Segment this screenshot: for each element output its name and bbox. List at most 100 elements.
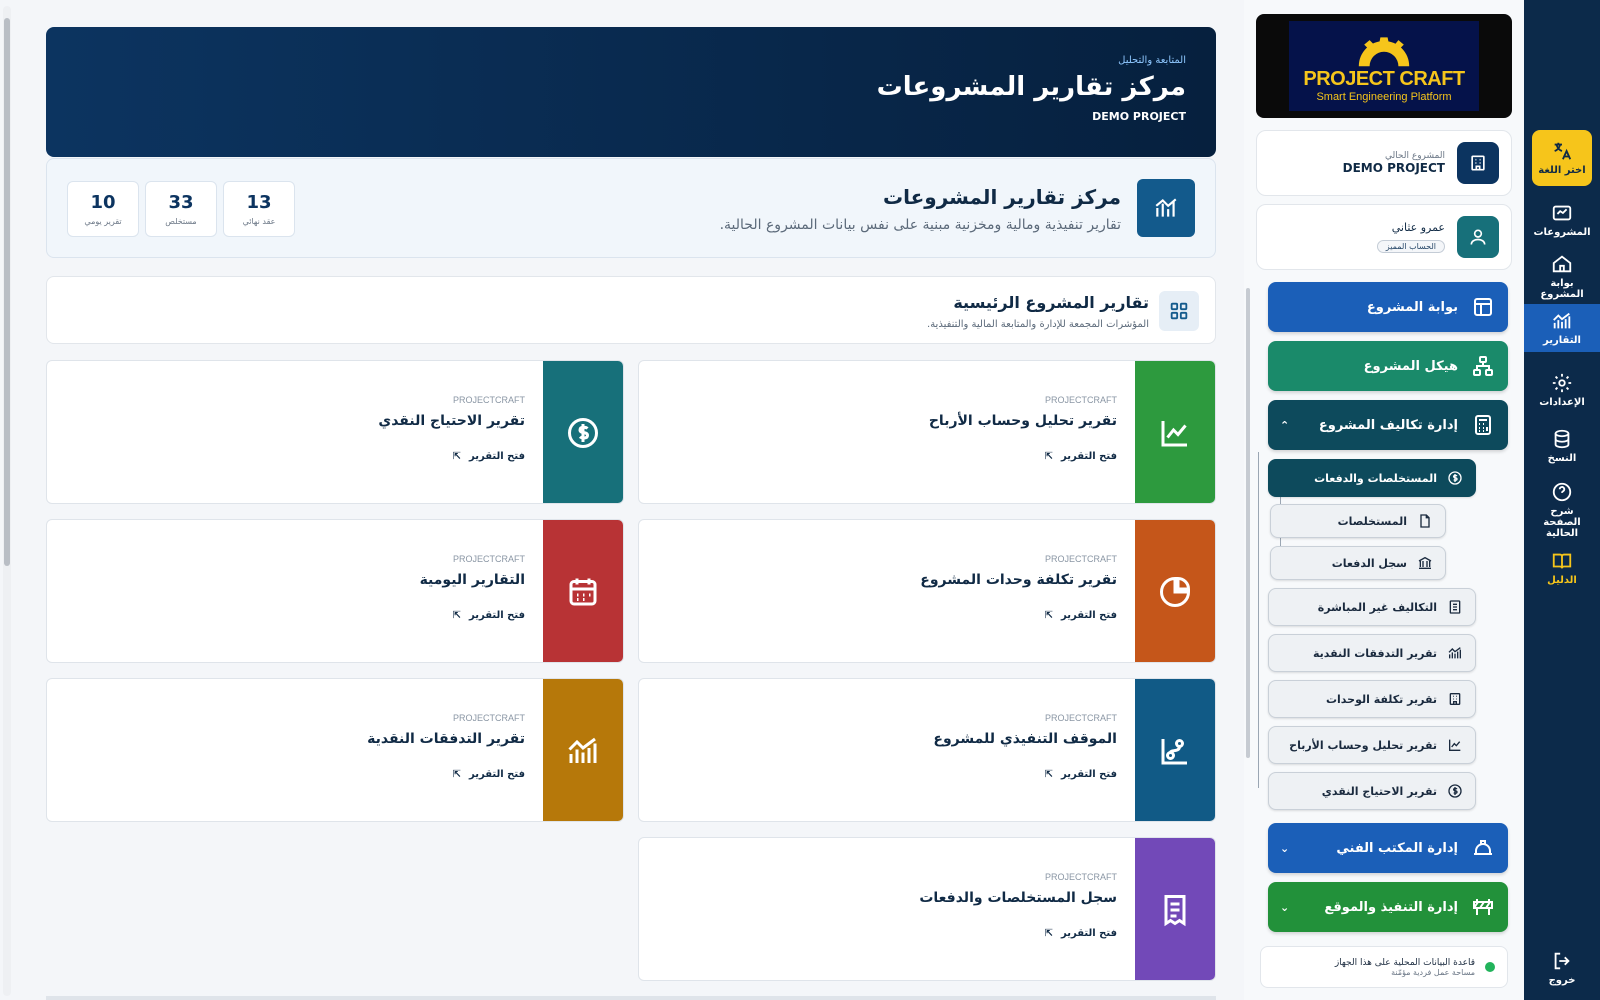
menu-project-portal[interactable]: بوابة المشروع bbox=[1268, 282, 1508, 332]
bottom-divider bbox=[46, 996, 1216, 1000]
card-brand: PROJECTCRAFT bbox=[1045, 554, 1117, 564]
report-card-daily[interactable]: PROJECTCRAFT التقارير اليومية فتح التقري… bbox=[46, 519, 624, 663]
card-brand: PROJECTCRAFT bbox=[453, 713, 525, 723]
submenu-payments-log[interactable]: سجل الدفعات bbox=[1270, 546, 1446, 580]
menu-label: بوابة المشروع bbox=[1366, 299, 1458, 315]
rail-guide[interactable]: الدليل bbox=[1532, 540, 1592, 596]
submenu-profit-analysis[interactable]: تقرير تحليل وحساب الأرباح bbox=[1268, 726, 1476, 764]
open-report-link[interactable]: فتح التقرير ⇱ bbox=[1045, 451, 1117, 462]
menu-project-structure[interactable]: هيكل المشروع bbox=[1268, 341, 1508, 391]
submenu-cash-flow[interactable]: تقرير التدفقات النقدية bbox=[1268, 634, 1476, 672]
menu-scrollbar[interactable] bbox=[1246, 288, 1250, 758]
rail-projects[interactable]: المشروعات bbox=[1532, 192, 1592, 248]
page-title: مركز تقارير المشروعات bbox=[876, 72, 1186, 102]
report-card-cash-flow[interactable]: PROJECTCRAFT تقرير التدفقات النقدية فتح … bbox=[46, 678, 624, 822]
user-name: عمرو عثاني bbox=[1391, 221, 1445, 234]
line-chart-icon bbox=[1135, 361, 1215, 503]
menu-execution-site[interactable]: إدارة التنفيذ والموقع ⌄ bbox=[1268, 882, 1508, 932]
bank-icon bbox=[1418, 556, 1432, 569]
arrow-icon: ⇱ bbox=[1044, 610, 1054, 621]
rail-label: اختر اللغة bbox=[1538, 165, 1586, 176]
card-title: تقرير الاحتياج النقدي bbox=[378, 413, 525, 429]
route-icon bbox=[1135, 679, 1215, 821]
chevron-down-icon: ⌄ bbox=[1280, 841, 1290, 855]
report-card-execution-status[interactable]: PROJECTCRAFT الموقف التنفيذي للمشروع فتح… bbox=[638, 678, 1216, 822]
open-report-link[interactable]: فتح التقرير ⇱ bbox=[453, 451, 525, 462]
report-card-profit[interactable]: PROJECTCRAFT تقرير تحليل وحساب الأرباح ف… bbox=[638, 360, 1216, 504]
rail-settings[interactable]: الإعدادات bbox=[1532, 362, 1592, 418]
current-project-name: DEMO PROJECT bbox=[1342, 161, 1445, 175]
calendar-icon bbox=[543, 520, 623, 662]
rail-logout[interactable]: خروج bbox=[1532, 940, 1592, 996]
submenu-label: التكاليف غير المباشرة bbox=[1317, 600, 1437, 614]
rail-reports[interactable]: التقارير bbox=[1524, 304, 1600, 352]
user-card[interactable]: عمرو عثاني الحساب المميز bbox=[1256, 204, 1512, 270]
card-brand: PROJECTCRAFT bbox=[1045, 872, 1117, 882]
stat-final-contracts: 13 عقد نهائي bbox=[223, 181, 295, 237]
open-report-link[interactable]: فتح التقرير ⇱ bbox=[453, 769, 525, 780]
stat-value: 10 bbox=[90, 192, 116, 213]
info-title: مركز تقارير المشروعات bbox=[883, 185, 1121, 209]
receipt-icon bbox=[1135, 838, 1215, 980]
card-title: تقرير تكلفة وحدات المشروع bbox=[920, 572, 1117, 588]
report-card-cash-need[interactable]: PROJECTCRAFT تقرير الاحتياج النقدي فتح ا… bbox=[46, 360, 624, 504]
submenu-label: سجل الدفعات bbox=[1331, 556, 1407, 570]
stat-daily-reports: 10 تقرير يومي bbox=[67, 181, 139, 237]
app-logo: PROJECT CRAFT Smart Engineering Platform bbox=[1256, 14, 1512, 118]
db-subtitle: مساحة عمل فردية مؤمّنة bbox=[1391, 967, 1475, 977]
submenu-invoices-payments[interactable]: المستخلصات والدفعات bbox=[1268, 459, 1476, 497]
rail-page-help[interactable]: شرح الصفحة الحالية bbox=[1532, 478, 1592, 542]
file-icon bbox=[1420, 514, 1430, 528]
stat-value: 13 bbox=[246, 192, 272, 213]
stat-label: عقد نهائي bbox=[242, 217, 276, 226]
arrow-icon: ⇱ bbox=[1044, 928, 1054, 939]
menu-technical-office[interactable]: إدارة المكتب الفني ⌄ bbox=[1268, 823, 1508, 873]
pie-chart-icon bbox=[1135, 520, 1215, 662]
rail-label: التقارير bbox=[1543, 335, 1581, 346]
open-report-link[interactable]: فتح التقرير ⇱ bbox=[1045, 928, 1117, 939]
rail-label: الدليل bbox=[1547, 575, 1577, 586]
language-button[interactable]: اختر اللغة bbox=[1532, 130, 1592, 186]
projects-icon bbox=[1552, 205, 1572, 221]
menu-cost-management[interactable]: إدارة تكاليف المشروع ⌃ bbox=[1268, 400, 1508, 450]
submenu-unit-cost[interactable]: تقرير تكلفة الوحدات bbox=[1268, 680, 1476, 718]
hero-kicker: المتابعة والتحليل bbox=[1118, 55, 1186, 66]
submenu-cash-need[interactable]: تقرير الاحتياج النقدي bbox=[1268, 772, 1476, 810]
info-description: تقارير تنفيذية ومالية ومخزنية مبنية على … bbox=[719, 217, 1121, 233]
stat-label: تقرير يومي bbox=[84, 217, 122, 226]
rail-label: النسخ bbox=[1547, 453, 1577, 464]
main-content: المتابعة والتحليل مركز تقارير المشروعات … bbox=[46, 0, 1216, 1000]
arrow-icon: ⇱ bbox=[1044, 451, 1054, 462]
open-report-link[interactable]: فتح التقرير ⇱ bbox=[453, 610, 525, 621]
database-icon bbox=[1554, 429, 1570, 449]
building-icon bbox=[1449, 693, 1461, 705]
rail-backup[interactable]: النسخ bbox=[1532, 418, 1592, 474]
menu-label: إدارة التنفيذ والموقع bbox=[1324, 899, 1458, 915]
main-scrollbar-thumb[interactable] bbox=[4, 18, 10, 566]
stat-value: 33 bbox=[168, 192, 194, 213]
current-project-card[interactable]: المشروع الحالي DEMO PROJECT bbox=[1256, 130, 1512, 196]
rail-label: الإعدادات bbox=[1539, 397, 1585, 408]
grid-icon bbox=[1159, 291, 1199, 331]
arrow-icon: ⇱ bbox=[1044, 769, 1054, 780]
chevron-down-icon: ⌄ bbox=[1280, 900, 1290, 914]
submenu-label: تقرير تكلفة الوحدات bbox=[1325, 692, 1437, 706]
card-title: الموقف التنفيذي للمشروع bbox=[933, 731, 1117, 747]
building-icon bbox=[1457, 142, 1499, 184]
arrow-icon: ⇱ bbox=[452, 451, 462, 462]
hero-project-name: DEMO PROJECT bbox=[1092, 110, 1186, 123]
report-card-unit-cost[interactable]: PROJECTCRAFT تقرير تكلفة وحدات المشروع ف… bbox=[638, 519, 1216, 663]
submenu-indirect-costs[interactable]: التكاليف غير المباشرة bbox=[1268, 588, 1476, 626]
report-card-invoices-payments[interactable]: PROJECTCRAFT سجل المستخلصات والدفعات فتح… bbox=[638, 837, 1216, 981]
chevron-up-icon: ⌃ bbox=[1280, 418, 1290, 432]
menu-label: إدارة تكاليف المشروع bbox=[1318, 417, 1458, 433]
rail-portal[interactable]: بوابة المشروع bbox=[1532, 248, 1592, 304]
card-brand: PROJECTCRAFT bbox=[1045, 713, 1117, 723]
open-report-link[interactable]: فتح التقرير ⇱ bbox=[1045, 610, 1117, 621]
logo-title: PROJECT CRAFT bbox=[1303, 68, 1465, 90]
card-brand: PROJECTCRAFT bbox=[453, 554, 525, 564]
book-icon bbox=[1552, 553, 1572, 569]
open-report-link[interactable]: فتح التقرير ⇱ bbox=[1045, 769, 1117, 780]
submenu-invoices[interactable]: المستخلصات bbox=[1270, 504, 1446, 538]
gear-logo-icon bbox=[1358, 37, 1410, 67]
